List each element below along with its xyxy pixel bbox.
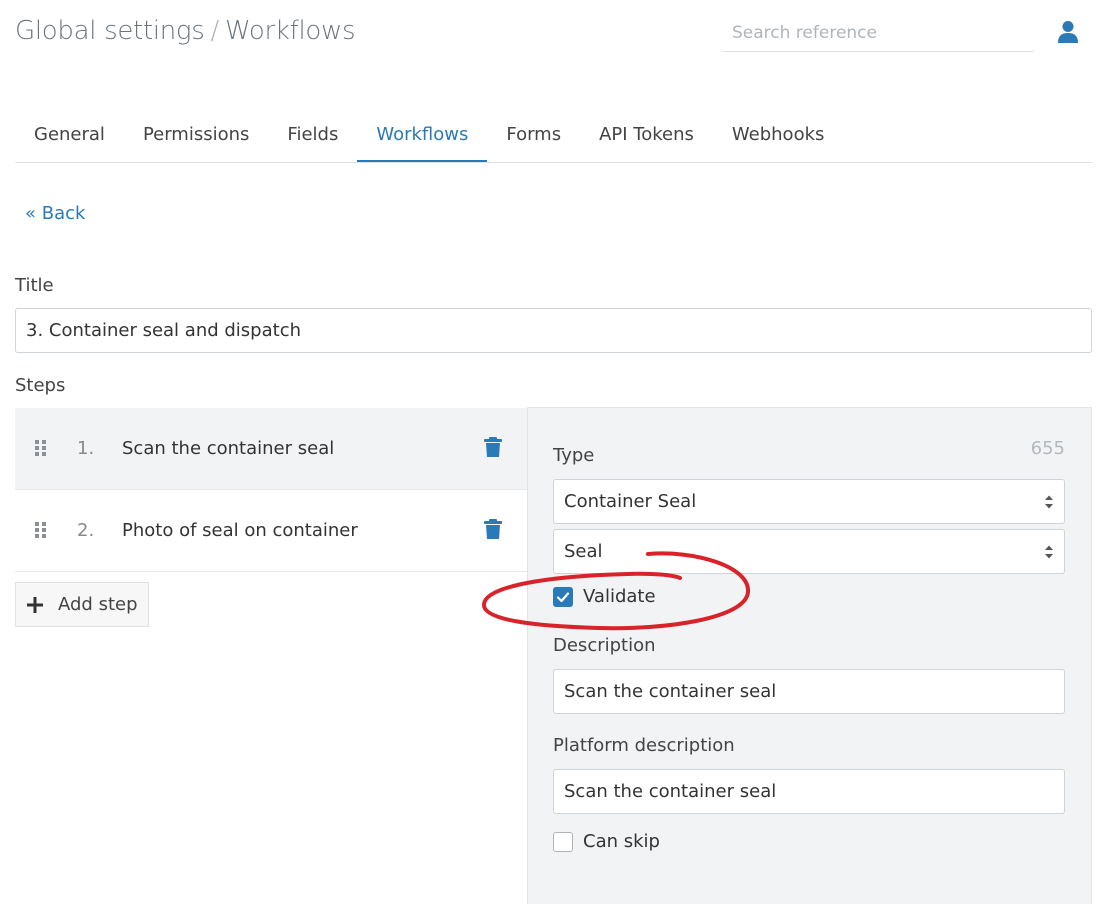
add-step-button[interactable]: Add step (15, 582, 149, 627)
can-skip-checkbox[interactable]: Can skip (553, 831, 660, 852)
step-number: 1. (77, 438, 95, 459)
type-select-value: Container Seal (564, 491, 697, 512)
step-item[interactable]: 2. Photo of seal on container (15, 490, 527, 572)
select-arrows-icon (1045, 495, 1053, 509)
drag-handle-icon[interactable] (35, 522, 47, 538)
title-label: Title (15, 275, 54, 296)
tab-fields[interactable]: Fields (268, 112, 357, 161)
breadcrumb-root[interactable]: Global settings (15, 16, 205, 46)
plus-icon (27, 596, 43, 613)
add-step-label: Add step (58, 594, 138, 615)
step-name: Scan the container seal (122, 438, 335, 459)
tab-webhooks[interactable]: Webhooks (713, 112, 843, 161)
settings-tabs: General Permissions Fields Workflows For… (15, 112, 1092, 163)
subtype-select[interactable]: Seal (553, 529, 1065, 574)
step-name: Photo of seal on container (122, 520, 358, 541)
type-select[interactable]: Container Seal (553, 479, 1065, 524)
tab-general[interactable]: General (15, 112, 124, 161)
validate-checkbox[interactable]: Validate (553, 586, 656, 607)
description-label: Description (553, 635, 656, 656)
step-id: 655 (1030, 438, 1065, 459)
step-number: 2. (77, 520, 95, 541)
platform-description-input[interactable]: Scan the container seal (553, 769, 1065, 814)
back-link[interactable]: « Back (25, 203, 85, 224)
can-skip-label: Can skip (583, 831, 660, 852)
breadcrumb-current: Workflows (224, 16, 356, 46)
search-input[interactable] (722, 14, 1034, 52)
validate-label: Validate (583, 586, 656, 607)
trash-icon[interactable] (484, 437, 502, 458)
tab-forms[interactable]: Forms (487, 112, 580, 161)
title-input[interactable]: 3. Container seal and dispatch (15, 308, 1092, 353)
user-icon[interactable] (1057, 20, 1079, 44)
tab-api-tokens[interactable]: API Tokens (580, 112, 713, 161)
step-item[interactable]: 1. Scan the container seal (15, 408, 527, 490)
trash-icon[interactable] (484, 519, 502, 540)
drag-handle-icon[interactable] (35, 440, 47, 456)
type-label: Type (553, 445, 595, 466)
tab-workflows[interactable]: Workflows (357, 112, 488, 162)
select-arrows-icon (1045, 545, 1053, 559)
breadcrumb-separator: / (210, 16, 220, 46)
platform-description-label: Platform description (553, 735, 735, 756)
tab-permissions[interactable]: Permissions (124, 112, 268, 161)
description-input[interactable]: Scan the container seal (553, 669, 1065, 714)
checkbox-checked-icon[interactable] (553, 586, 573, 607)
checkbox-unchecked-icon[interactable] (553, 831, 573, 852)
steps-label: Steps (15, 375, 66, 396)
subtype-select-value: Seal (564, 541, 603, 562)
breadcrumb: Global settings / Workflows (15, 16, 356, 46)
steps-list: 1. Scan the container seal 2. Photo of s… (15, 408, 527, 572)
step-detail-panel: 655 Type Container Seal Seal Validate De… (527, 407, 1092, 904)
